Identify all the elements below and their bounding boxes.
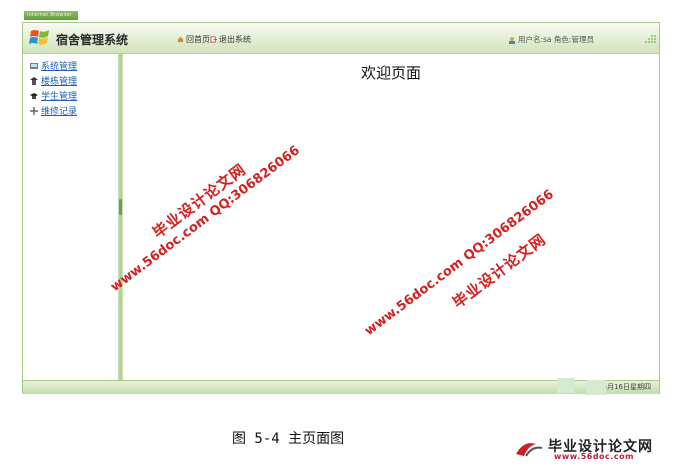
sidebar-item-label: 学生管理 xyxy=(41,92,78,102)
home-link-label: 回首页 xyxy=(186,35,210,44)
home-icon xyxy=(177,36,184,43)
sidebar: 系统管理 楼栋管理 学生管理 维修记录 xyxy=(23,54,118,380)
sidebar-item-label: 维修记录 xyxy=(41,107,78,117)
footer-date: 5月16日星期四 xyxy=(602,383,651,391)
sidebar-item-building[interactable]: 楼栋管理 xyxy=(23,73,118,88)
site-stamp: 毕业设计论文网 www.56doc.com xyxy=(514,436,674,462)
student-icon xyxy=(30,92,38,99)
app-title: 宿舍管理系统 xyxy=(56,33,129,47)
user-info: 用户名:sa 角色:管理员 xyxy=(508,34,594,45)
sidebar-item-label: 系统管理 xyxy=(41,62,78,72)
user-info-label: 用户名:sa 角色:管理员 xyxy=(518,35,594,44)
figure-caption: 图 5-4 主页面图 xyxy=(232,431,345,447)
sidebar-item-label: 楼栋管理 xyxy=(41,77,78,87)
dots-decoration-icon xyxy=(645,35,656,43)
home-link[interactable]: 回首页 xyxy=(177,34,210,45)
exit-icon xyxy=(210,36,217,43)
repair-icon xyxy=(30,106,38,115)
site-logo-icon xyxy=(516,443,543,457)
watermark-patch xyxy=(586,380,606,395)
watermark-patch xyxy=(557,378,575,393)
app-window: 宿舍管理系统 回首页 退出系统 用户名:sa 角色:管理员 系统管理 楼栋管理 … xyxy=(22,22,660,394)
welcome-heading: 欢迎页面 xyxy=(360,64,421,82)
user-icon xyxy=(509,36,515,44)
exit-link-label: 退出系统 xyxy=(219,35,251,44)
stamp-url: www.56doc.com xyxy=(554,452,634,461)
browser-badge: Internet Browser xyxy=(24,11,78,20)
exit-link[interactable]: 退出系统 xyxy=(210,34,251,45)
windows-logo-icon xyxy=(29,30,49,45)
system-icon xyxy=(30,62,38,69)
sidebar-item-student[interactable]: 学生管理 xyxy=(23,88,118,103)
building-icon xyxy=(30,76,38,85)
sidebar-item-repair[interactable]: 维修记录 xyxy=(23,103,118,118)
sidebar-item-system[interactable]: 系统管理 xyxy=(23,58,118,73)
splitter-grip-handle[interactable] xyxy=(119,199,122,215)
header-bar: 宿舍管理系统 回首页 退出系统 用户名:sa 角色:管理员 xyxy=(23,23,659,54)
